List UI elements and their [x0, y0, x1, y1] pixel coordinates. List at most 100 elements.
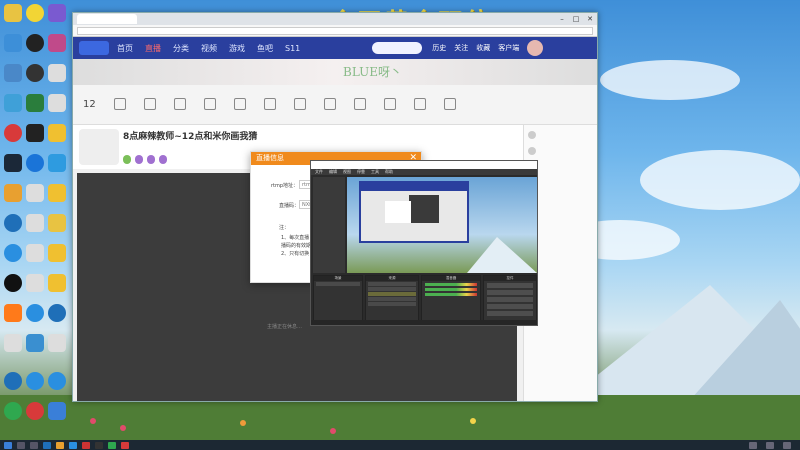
exit-button[interactable]	[487, 311, 533, 316]
start-recording-button[interactable]	[487, 290, 533, 295]
tool-item[interactable]	[413, 97, 426, 112]
app-icon[interactable]	[4, 244, 22, 262]
task-view-icon[interactable]	[30, 441, 38, 449]
app-icon[interactable]	[26, 94, 44, 112]
app-icon[interactable]	[26, 154, 44, 172]
app-icon[interactable]	[48, 34, 66, 52]
nav-category[interactable]: 分类	[173, 43, 189, 54]
app-icon[interactable]	[4, 402, 22, 420]
app-icon[interactable]	[26, 124, 44, 142]
nav-game[interactable]: 游戏	[229, 43, 245, 54]
nav-s11[interactable]: S11	[285, 44, 300, 53]
tool-item[interactable]	[323, 97, 336, 112]
search-icon[interactable]	[17, 441, 25, 449]
tool-item[interactable]	[443, 97, 456, 112]
menu-help[interactable]: 帮助	[385, 169, 393, 175]
start-streaming-button[interactable]	[487, 283, 533, 288]
room-tag[interactable]	[147, 155, 155, 164]
follow-icon[interactable]: 关注	[454, 43, 468, 53]
app-icon[interactable]	[48, 64, 66, 82]
app-icon[interactable]	[4, 304, 22, 322]
app-icon[interactable]	[56, 441, 64, 449]
room-tag[interactable]	[135, 155, 143, 164]
settings-button[interactable]	[487, 304, 533, 309]
nav-fishbar[interactable]: 鱼吧	[257, 43, 273, 54]
app-icon[interactable]	[48, 244, 66, 262]
room-tag[interactable]	[159, 155, 167, 164]
close-icon[interactable]: ✕	[583, 15, 597, 23]
app-icon[interactable]	[48, 124, 66, 142]
obs-preview[interactable]	[347, 177, 537, 273]
app-icon[interactable]	[26, 4, 44, 22]
app-icon[interactable]	[82, 441, 90, 449]
app-icon[interactable]	[108, 441, 116, 449]
app-icon[interactable]	[121, 441, 129, 449]
app-icon[interactable]	[69, 441, 77, 449]
app-icon[interactable]	[26, 244, 44, 262]
nav-live[interactable]: 直播	[145, 43, 161, 54]
studio-mode-button[interactable]	[487, 297, 533, 302]
app-icon[interactable]	[48, 372, 66, 390]
favorite-icon[interactable]: 收藏	[476, 43, 490, 53]
tool-item[interactable]	[353, 97, 366, 112]
nav-home[interactable]: 首页	[117, 43, 133, 54]
nav-video[interactable]: 视频	[201, 43, 217, 54]
app-icon[interactable]	[4, 94, 22, 112]
tool-item[interactable]	[293, 97, 306, 112]
tool-item[interactable]	[143, 97, 156, 112]
app-icon[interactable]	[26, 274, 44, 292]
app-icon[interactable]	[26, 184, 44, 202]
app-icon[interactable]	[48, 154, 66, 172]
app-icon[interactable]	[4, 184, 22, 202]
app-icon[interactable]	[26, 304, 44, 322]
app-icon[interactable]	[4, 372, 22, 390]
app-icon[interactable]	[48, 184, 66, 202]
menu-edit[interactable]: 编辑	[329, 169, 337, 175]
source-item[interactable]	[368, 287, 416, 291]
source-item[interactable]	[368, 292, 416, 296]
menu-view[interactable]: 视图	[343, 169, 351, 175]
source-item[interactable]	[368, 302, 416, 306]
url-input[interactable]	[77, 26, 593, 35]
app-icon[interactable]	[26, 402, 44, 420]
app-icon[interactable]	[26, 334, 44, 352]
client-icon[interactable]: 客户端	[498, 43, 519, 53]
history-icon[interactable]: 历史	[432, 43, 446, 53]
app-icon[interactable]	[48, 304, 66, 322]
tool-item[interactable]	[233, 97, 246, 112]
app-icon[interactable]	[48, 274, 66, 292]
source-item[interactable]	[368, 297, 416, 301]
scene-item[interactable]	[316, 282, 360, 286]
room-tag[interactable]	[123, 155, 131, 164]
app-icon[interactable]	[26, 214, 44, 232]
app-icon[interactable]	[4, 64, 22, 82]
app-icon[interactable]	[26, 34, 44, 52]
search-input[interactable]	[372, 42, 423, 54]
site-logo[interactable]	[79, 41, 109, 55]
tool-item[interactable]	[173, 97, 186, 112]
app-icon[interactable]	[43, 441, 51, 449]
app-icon[interactable]	[4, 214, 22, 232]
avatar[interactable]	[527, 40, 544, 56]
app-icon[interactable]	[4, 274, 22, 292]
tool-item[interactable]	[263, 97, 276, 112]
menu-docks[interactable]: 停靠	[357, 169, 365, 175]
app-icon[interactable]	[4, 334, 22, 352]
menu-tools[interactable]: 工具	[371, 169, 379, 175]
app-icon[interactable]	[48, 334, 66, 352]
app-icon[interactable]	[48, 4, 66, 22]
browser-tab[interactable]	[77, 14, 137, 24]
tool-item[interactable]	[113, 97, 126, 112]
app-icon[interactable]	[95, 441, 103, 449]
app-icon[interactable]	[48, 94, 66, 112]
notification-icon[interactable]	[783, 441, 791, 449]
menu-file[interactable]: 文件	[315, 169, 323, 175]
source-item[interactable]	[368, 282, 416, 286]
app-icon[interactable]	[4, 154, 22, 172]
tool-item[interactable]	[383, 97, 396, 112]
app-icon[interactable]	[48, 214, 66, 232]
network-icon[interactable]	[749, 441, 757, 449]
app-icon[interactable]	[4, 4, 22, 22]
app-icon[interactable]	[26, 64, 44, 82]
app-icon[interactable]	[26, 372, 44, 390]
